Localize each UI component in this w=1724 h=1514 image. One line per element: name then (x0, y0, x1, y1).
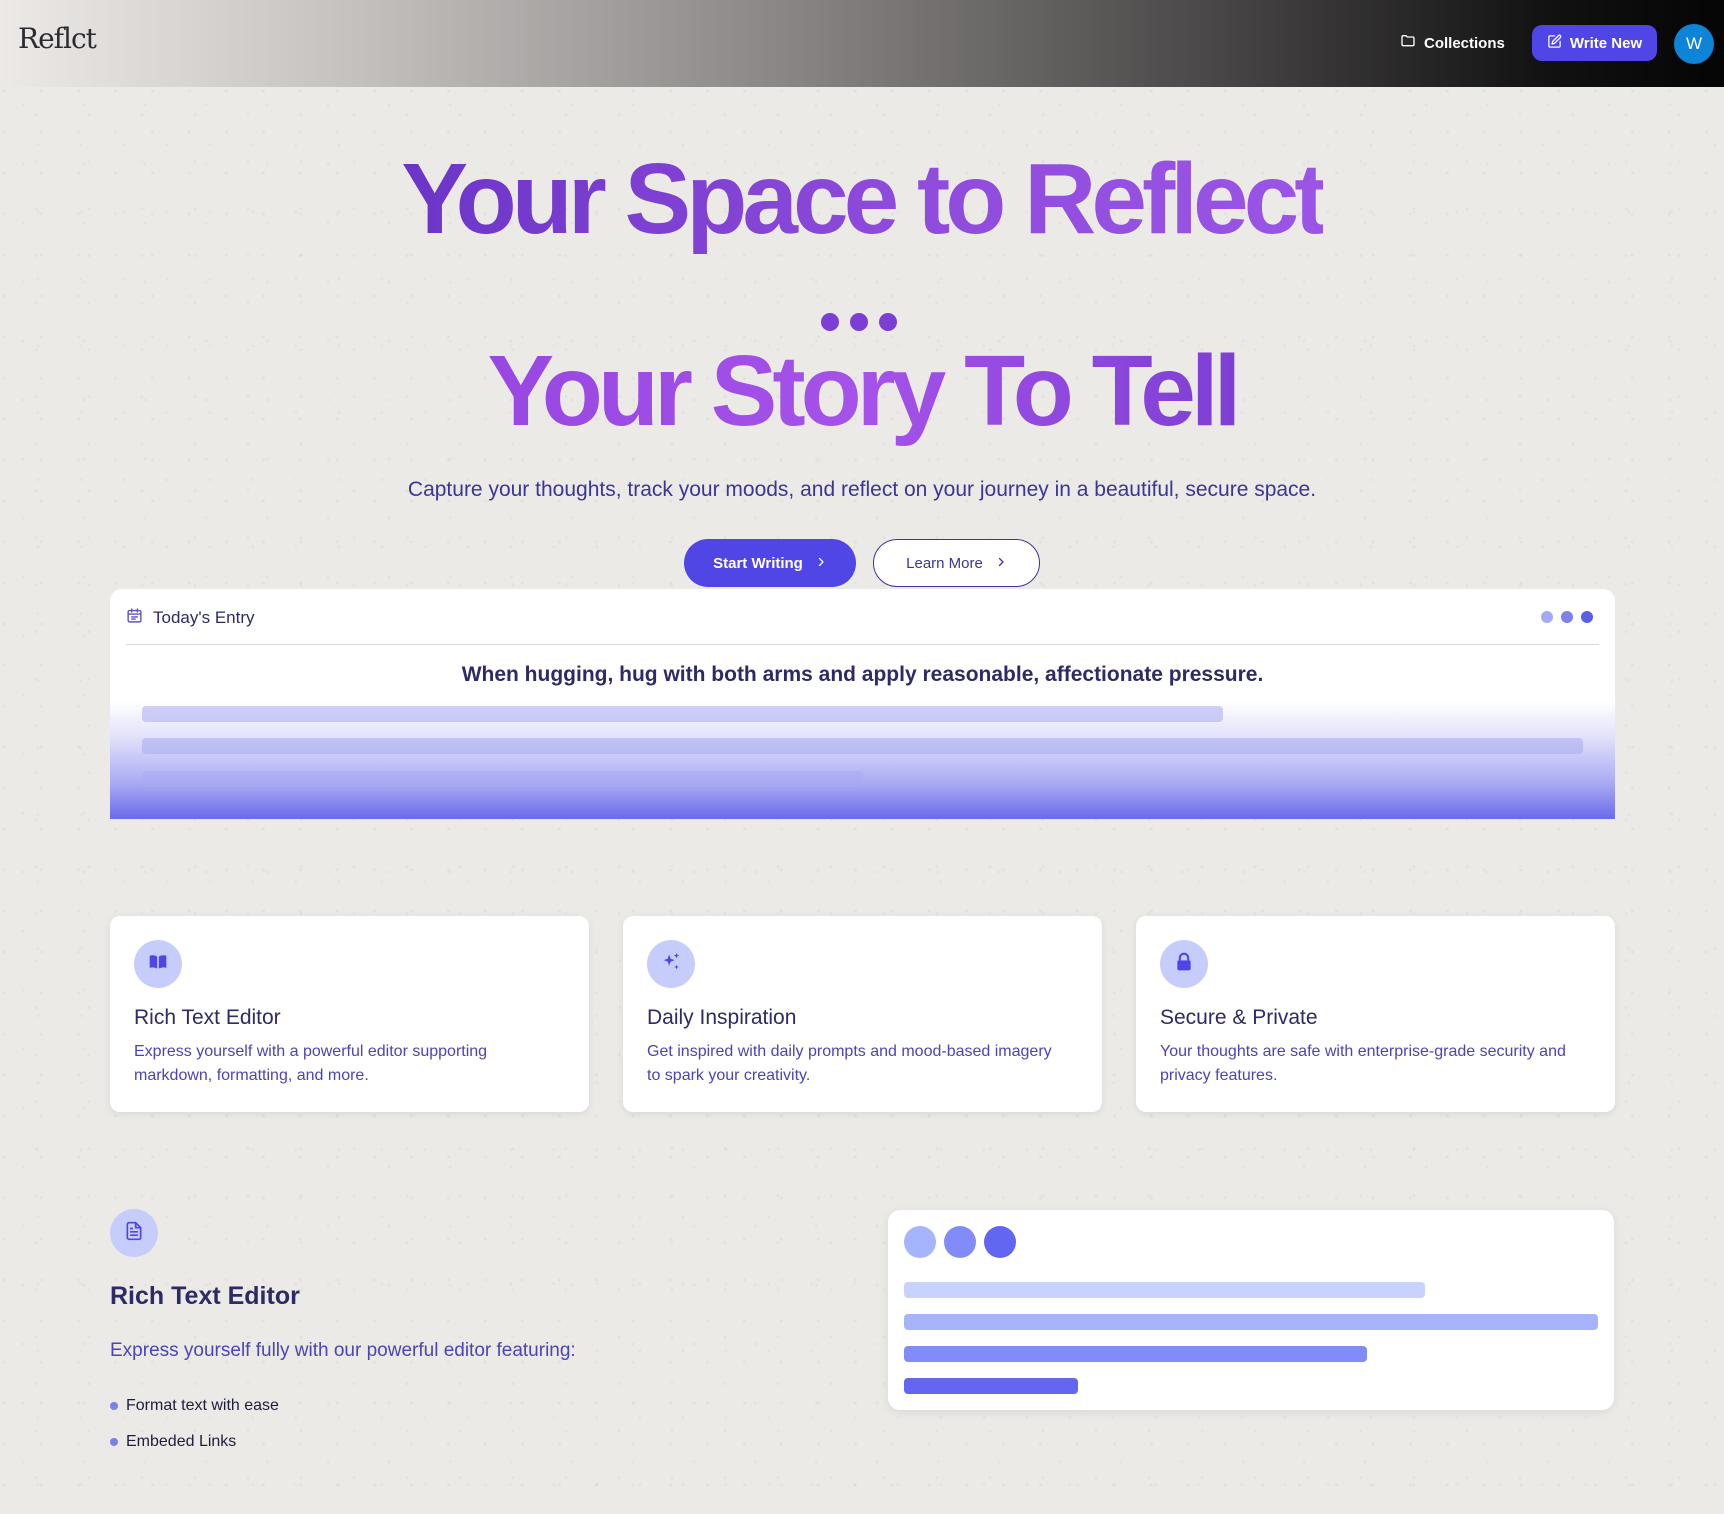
feature-title: Rich Text Editor (134, 1006, 281, 1029)
list-item: Embeded Links (110, 1424, 279, 1460)
rich-text-icon-bg (110, 1209, 158, 1257)
status-dot (1541, 611, 1553, 623)
write-new-label: Write New (1569, 34, 1643, 52)
feature-description: Get inspired with daily prompts and mood… (647, 1043, 1052, 1084)
learn-more-label: Learn More (906, 554, 983, 572)
placeholder-line (142, 738, 1583, 754)
sparkles-icon (660, 951, 682, 978)
todays-entry-card: Today's Entry When hugging, hug with bot… (110, 589, 1615, 819)
book-open-icon (148, 952, 168, 977)
collections-link[interactable]: Collections (1400, 28, 1505, 58)
feature-title: Secure & Private (1160, 1006, 1318, 1029)
entry-prompt: When hugging, hug with both arms and app… (461, 663, 1264, 686)
calendar-icon (126, 607, 143, 629)
list-item-text: Format text with ease (126, 1397, 279, 1414)
entry-status-dots (1541, 611, 1593, 623)
section-description: Express yourself fully with our powerful… (110, 1340, 576, 1361)
start-writing-button[interactable]: Start Writing (684, 539, 856, 587)
feature-description: Your thoughts are safe with enterprise-g… (1160, 1043, 1566, 1084)
feature-icon-bg (1160, 940, 1208, 988)
status-dot (1581, 611, 1593, 623)
chevron-right-icon (815, 555, 827, 572)
editor-preview-card (888, 1210, 1614, 1410)
preview-line (904, 1346, 1367, 1362)
preview-line (904, 1314, 1598, 1330)
edit-icon (1547, 34, 1562, 53)
placeholder-line (142, 706, 1223, 722)
write-new-button[interactable]: Write New (1532, 25, 1657, 61)
hero-title-line-1: Your Space to Reflect (0, 144, 1724, 254)
preview-dot (904, 1226, 936, 1258)
feature-title: Daily Inspiration (647, 1006, 797, 1029)
hero-subtitle: Capture your thoughts, track your moods,… (407, 478, 1317, 501)
user-avatar[interactable]: W (1674, 24, 1714, 64)
preview-line (904, 1378, 1078, 1394)
folder-icon (1400, 33, 1416, 53)
placeholder-line (142, 771, 863, 787)
feature-list: Format text with ease Embeded Links (110, 1388, 279, 1460)
hero-title-line-1-text: Your Space to Reflect (401, 143, 1327, 255)
feature-card-rich-text: Rich Text Editor Express yourself with a… (110, 916, 589, 1112)
entry-title: Today's Entry (153, 608, 255, 627)
avatar-initial: W (1685, 34, 1703, 53)
hero-title-line-2-text: Your Story To Tell (487, 335, 1242, 447)
learn-more-button[interactable]: Learn More (873, 539, 1040, 587)
preview-dot (984, 1226, 1016, 1258)
start-writing-label: Start Writing (713, 554, 803, 572)
chevron-right-icon (995, 555, 1007, 572)
section-title: Rich Text Editor (110, 1282, 300, 1310)
feature-icon-bg (134, 940, 182, 988)
collections-label: Collections (1424, 34, 1505, 52)
feature-description: Express yourself with a powerful editor … (134, 1043, 488, 1084)
bullet (110, 1438, 118, 1446)
hero-title-line-2: Your Story To Tell (0, 336, 1724, 446)
preview-dot (944, 1226, 976, 1258)
logo-text: Reflct (18, 22, 97, 55)
hero-dot (821, 313, 839, 331)
entry-text-placeholder (110, 701, 1615, 819)
hero-dot (850, 313, 868, 331)
entry-header: Today's Entry (126, 607, 255, 629)
list-item: Format text with ease (110, 1388, 279, 1424)
bullet (110, 1402, 118, 1410)
hero-ellipsis (821, 313, 897, 331)
feature-card-daily-inspiration: Daily Inspiration Get inspired with dail… (623, 916, 1102, 1112)
feature-card-secure-private: Secure & Private Your thoughts are safe … (1136, 916, 1615, 1112)
list-item-text: Embeded Links (126, 1433, 237, 1450)
top-navigation-bar: Reflct Collections Write New W (0, 0, 1724, 87)
logo[interactable]: Reflct (18, 22, 97, 55)
divider (126, 644, 1599, 645)
preview-line (904, 1282, 1425, 1298)
status-dot (1561, 611, 1573, 623)
document-icon (124, 1221, 144, 1246)
feature-icon-bg (647, 940, 695, 988)
hero-dot (879, 313, 897, 331)
lock-icon (1174, 952, 1194, 977)
